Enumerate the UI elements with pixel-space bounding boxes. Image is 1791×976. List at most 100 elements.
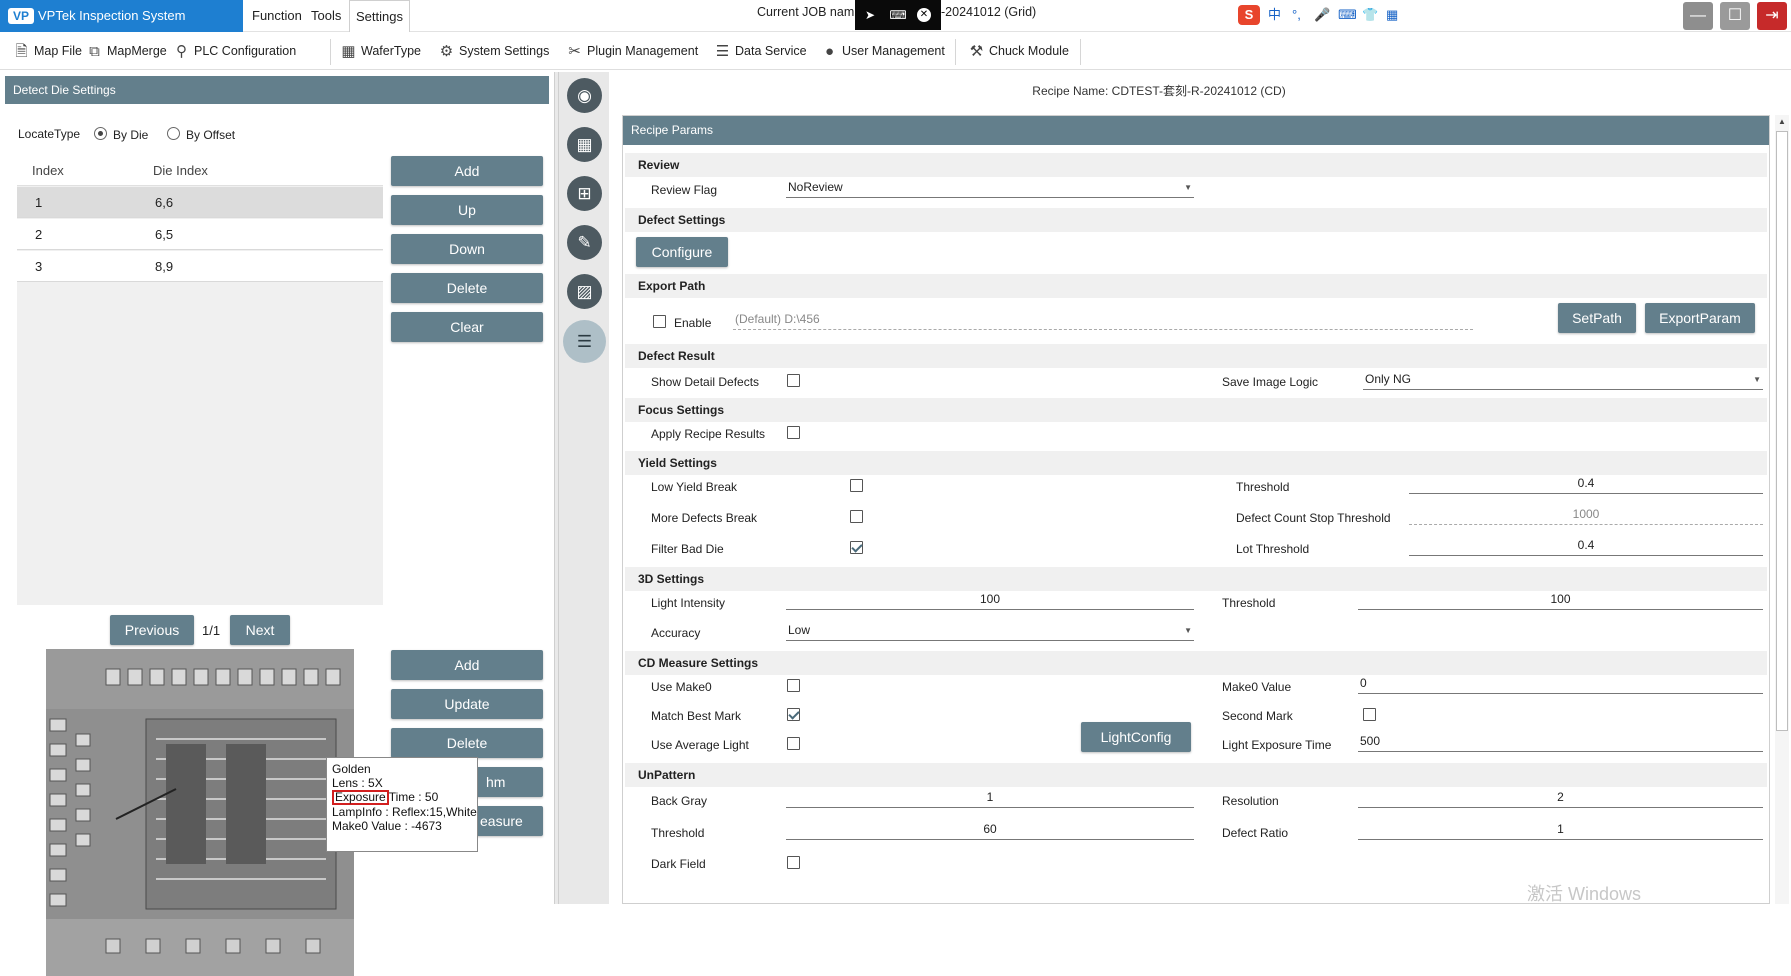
menu-settings[interactable]: Settings [349,0,410,32]
hammer-icon: ⚒ [969,43,984,60]
section-cd-measure: CD Measure Settings [625,651,1767,675]
apply-recipe-results-label: Apply Recipe Results [651,427,766,441]
delete-button[interactable]: Delete [391,273,543,303]
keyboard-icon[interactable]: ⌨ [1338,5,1357,25]
next-button[interactable]: Next [230,615,290,645]
add-button[interactable]: Add [391,156,543,186]
image-delete-button[interactable]: Delete [391,728,543,758]
ruler-icon[interactable]: ✎ [567,225,602,260]
enable-export-label: Enable [674,316,712,330]
menu-tools[interactable]: Tools [305,0,347,32]
plc-icon: ⚲ [176,43,187,60]
toolbar-plugin-management[interactable]: ✂ Plugin Management [563,33,698,70]
setpath-button[interactable]: SetPath [1558,303,1636,333]
save-image-logic-select[interactable]: Only NG ▼ [1363,372,1763,390]
accuracy-value: Low [788,623,811,637]
toolbar-label: System Settings [459,44,550,58]
radio-by-offset[interactable] [167,127,180,140]
toolbar-wafertype[interactable]: ▦ WaferType [337,33,421,70]
use-make0-checkbox[interactable] [787,679,800,692]
exportparam-button[interactable]: ExportParam [1645,303,1755,333]
light-exposure-time-input[interactable]: 500 [1358,734,1763,752]
show-detail-defects-checkbox[interactable] [787,374,800,387]
image-add-button[interactable]: Add [391,650,543,680]
toolbar-user-management[interactable]: ● User Management [818,33,945,70]
table-row[interactable]: 1 6,6 [17,187,383,218]
table-row[interactable]: 3 8,9 [17,251,383,282]
filter-bad-die-checkbox[interactable] [850,541,863,554]
lightconfig-button[interactable]: LightConfig [1081,722,1191,752]
close-icon[interactable]: ✕ [917,8,931,22]
toolbar-mapmerge[interactable]: ⧉ MapMerge [83,33,167,70]
dark-field-checkbox[interactable] [787,856,800,869]
checklist-icon[interactable]: ☰ [563,320,606,363]
more-defects-break-checkbox[interactable] [850,510,863,523]
clear-button[interactable]: Clear [391,312,543,342]
image-icon[interactable]: ▨ [567,274,602,309]
lot-threshold-input[interactable]: 0.4 [1409,538,1763,556]
toolbar-system-settings[interactable]: ⚙ System Settings [435,33,550,70]
minimize-button[interactable]: — [1683,2,1713,30]
match-best-mark-checkbox[interactable] [787,708,800,721]
grid-icon[interactable]: ▦ [567,127,602,162]
enable-export-checkbox[interactable] [653,315,666,328]
radio-by-die[interactable] [94,127,107,140]
ime-chinese-icon[interactable]: 中 [1268,5,1281,25]
golden-die-image[interactable] [46,649,354,976]
yield-threshold-input[interactable]: 0.4 [1409,476,1763,494]
toolbar-plc-configuration[interactable]: ⚲ PLC Configuration [170,33,296,70]
defect-ratio-input[interactable]: 1 [1358,822,1763,840]
microphone-icon[interactable]: 🎤 [1314,5,1330,25]
toolbar-data-service[interactable]: ☰ Data Service [711,33,807,70]
maximize-button[interactable]: ☐ [1720,2,1750,30]
app-logo: VP [8,8,34,24]
apply-recipe-results-checkbox[interactable] [787,426,800,439]
recipe-scrollbar[interactable]: ▲ [1775,115,1789,904]
grid-list-icon[interactable]: ⊞ [567,176,602,211]
camera-icon[interactable]: ◉ [567,78,602,113]
section-unpattern: UnPattern [625,763,1767,787]
unpattern-threshold-input[interactable]: 60 [786,822,1194,840]
use-average-light-checkbox[interactable] [787,737,800,750]
menu-function[interactable]: Function [246,0,308,32]
scroll-up-icon[interactable]: ▲ [1778,117,1786,126]
review-flag-select[interactable]: NoReview ▼ [786,180,1194,198]
tooltip-title: Golden [332,762,371,776]
light-intensity-input[interactable]: 100 [786,592,1194,610]
toolbar-map-file[interactable]: 🗎 Map File [10,33,81,70]
scroll-thumb[interactable] [1776,131,1788,731]
resolution-input[interactable]: 2 [1358,790,1763,808]
second-mark-checkbox[interactable] [1363,708,1376,721]
toolbar-label: User Management [842,44,945,58]
ime-punctuation-icon[interactable]: °, [1292,5,1301,25]
exit-button[interactable]: ⇥ [1757,2,1787,30]
low-yield-break-checkbox[interactable] [850,479,863,492]
back-gray-input[interactable]: 1 [786,790,1194,808]
skin-icon[interactable]: 👕 [1362,5,1378,25]
more-defects-break-label: More Defects Break [651,511,758,525]
toolbox-icon[interactable]: ▦ [1386,5,1398,25]
toolbar-label: Plugin Management [587,44,699,58]
3d-threshold-input[interactable]: 100 [1358,592,1763,610]
toolbar-chuck-module[interactable]: ⚒ Chuck Module [965,33,1069,70]
configure-button[interactable]: Configure [636,237,728,267]
make0-value-input[interactable]: 0 [1358,676,1763,694]
row-die-index: 6,6 [155,195,174,210]
pointer-icon[interactable]: ➤ [861,6,879,24]
accuracy-select[interactable]: Low ▼ [786,623,1194,641]
previous-button[interactable]: Previous [110,615,194,645]
image-update-button[interactable]: Update [391,689,543,719]
up-button[interactable]: Up [391,195,543,225]
toolbar-label: Data Service [735,44,807,58]
table-row[interactable]: 2 6,5 [17,219,383,250]
locate-type-label: LocateType [18,127,81,141]
defect-count-stop-input[interactable]: 1000 [1409,507,1763,525]
column-header-die-index: Die Index [153,163,208,178]
down-button[interactable]: Down [391,234,543,264]
sogou-logo-icon[interactable]: S [1238,5,1260,25]
section-review: Review [625,153,1767,177]
keyboard-icon[interactable]: ⌨ [889,6,907,24]
tooltip-exposure: Exposure Time : 50 [332,790,472,805]
3d-threshold-label: Threshold [1222,596,1276,610]
export-path-input[interactable]: (Default) D:\456 [733,312,1473,330]
